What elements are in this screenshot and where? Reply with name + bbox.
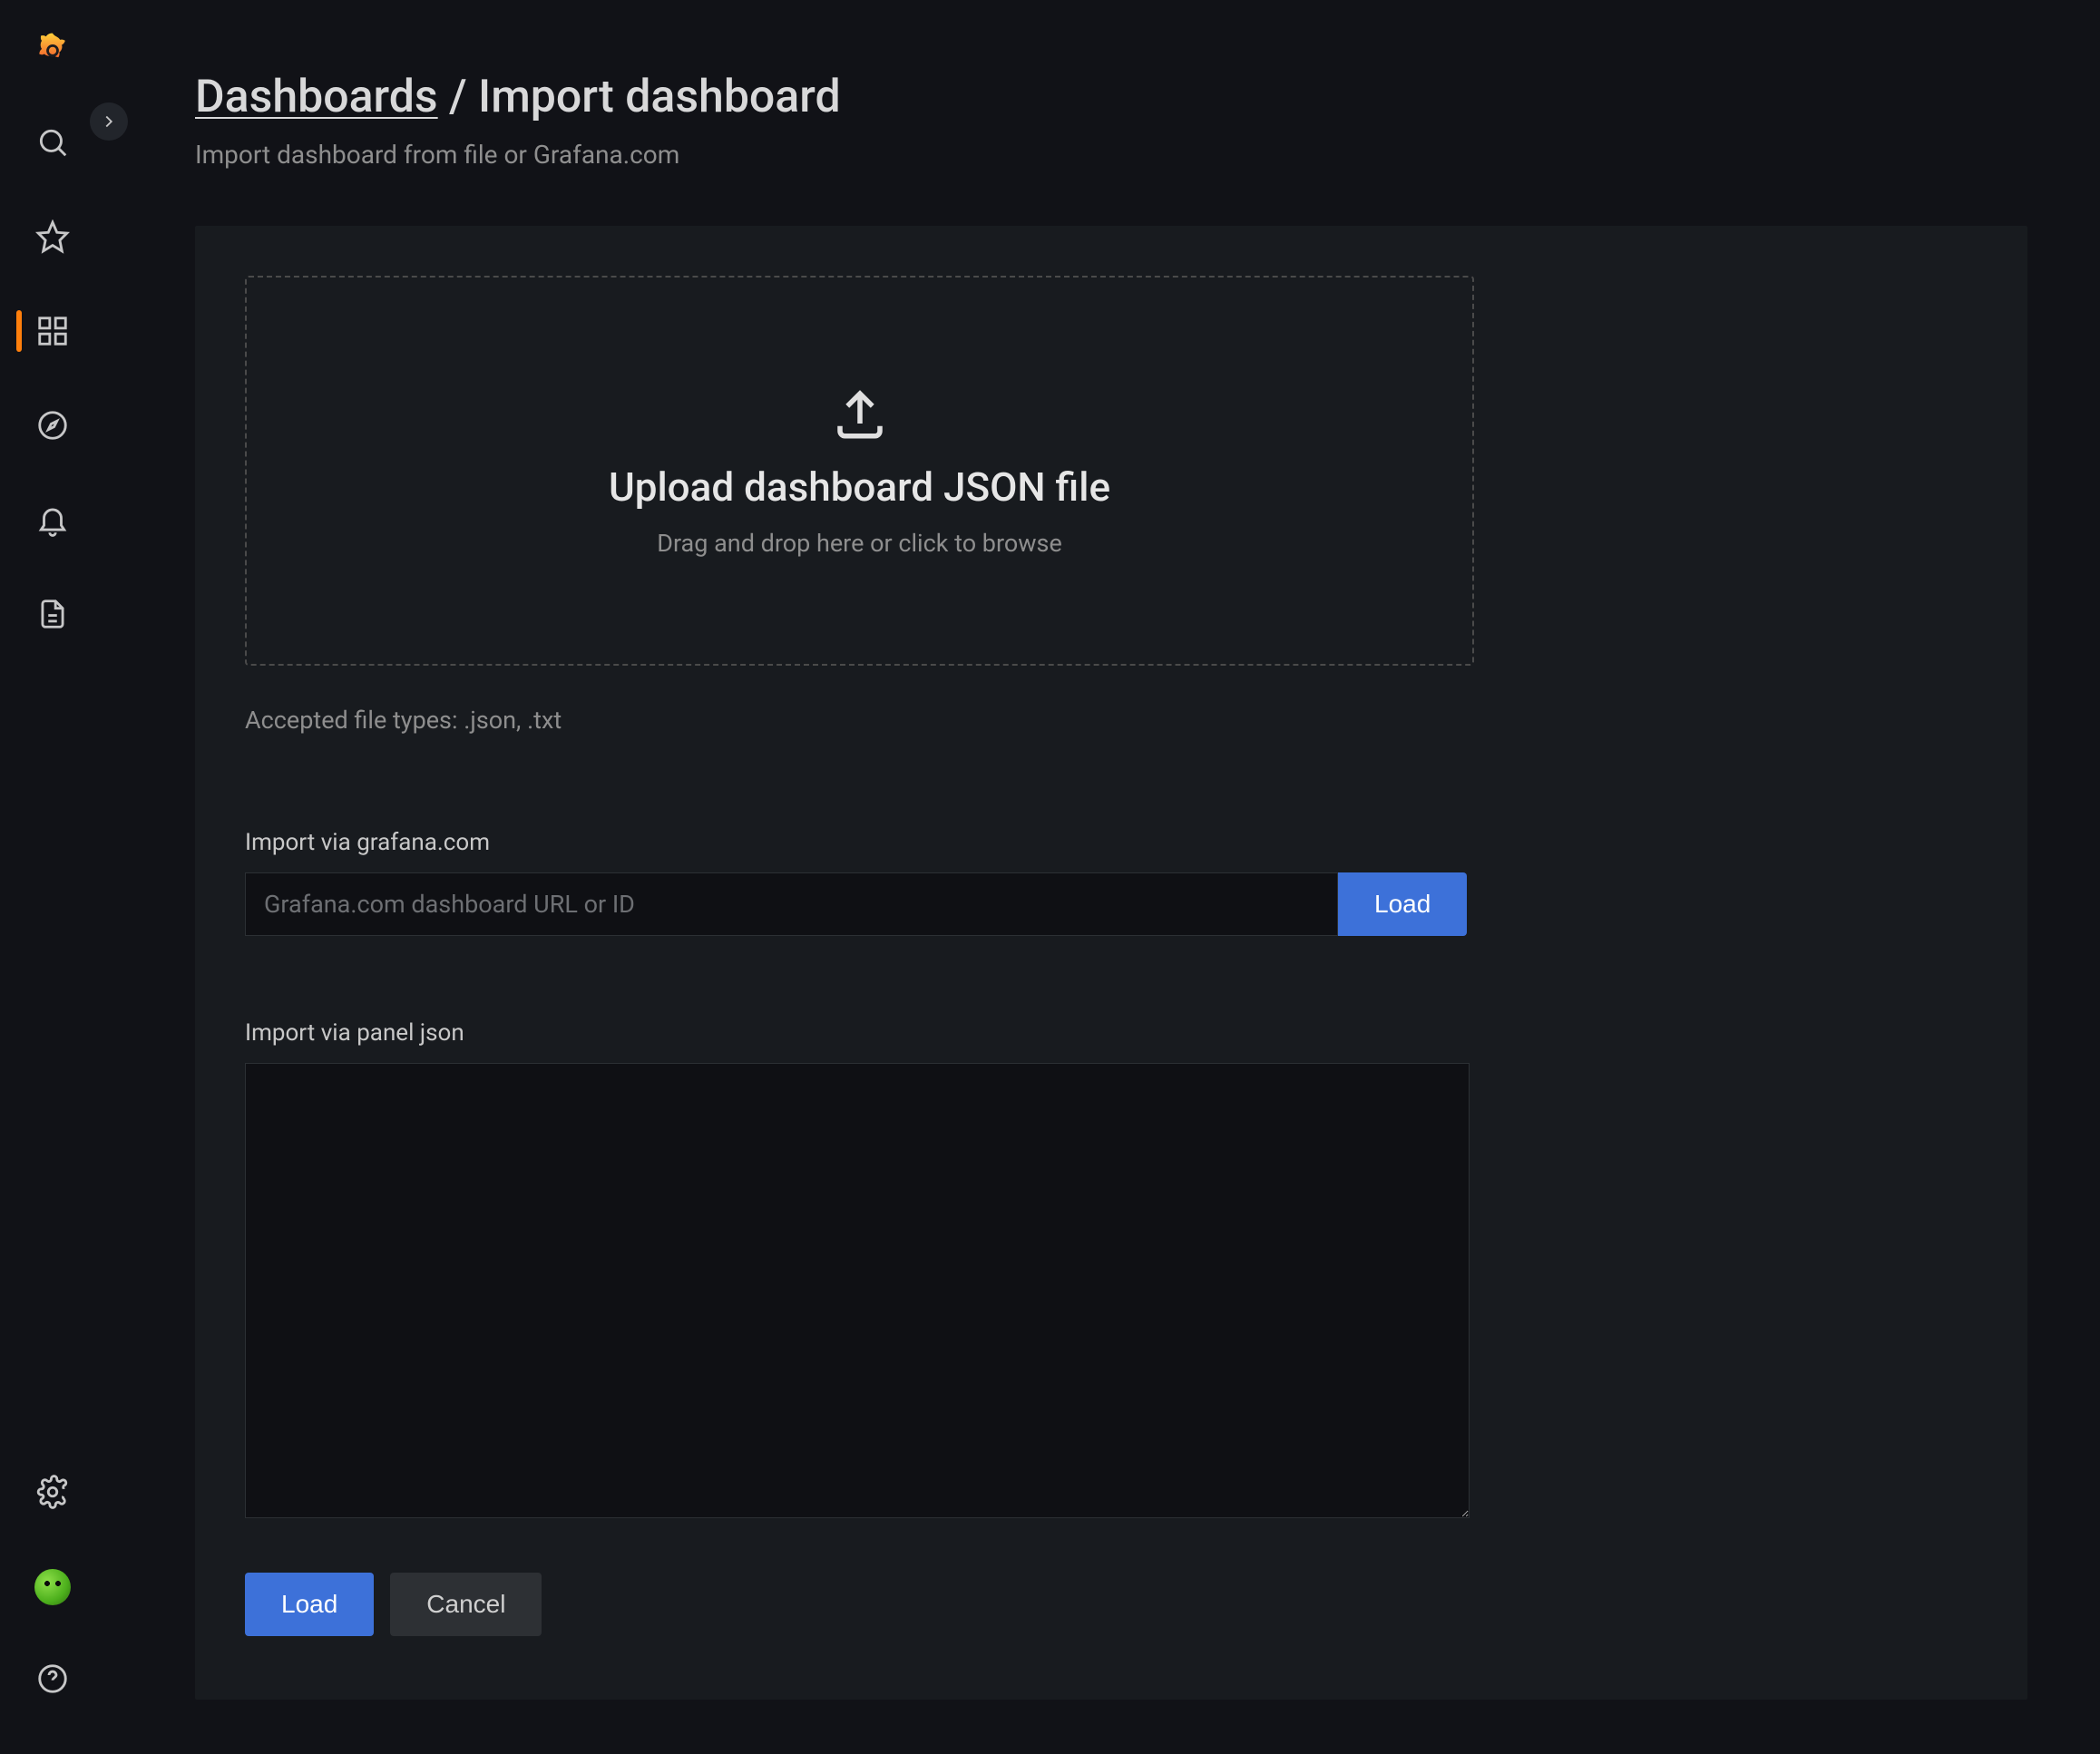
sidebar-item-profile[interactable]: [0, 1569, 104, 1605]
compass-icon: [35, 408, 70, 446]
sidebar-item-connections[interactable]: [0, 597, 104, 635]
import-via-url-field: Import via grafana.com Load: [245, 829, 1978, 936]
via-json-label: Import via panel json: [245, 1019, 1978, 1047]
star-icon: [35, 219, 70, 258]
panel-json-textarea[interactable]: [245, 1063, 1470, 1518]
help-icon: [35, 1661, 70, 1700]
grafana-logo-icon[interactable]: [0, 29, 104, 69]
sidebar-item-explore[interactable]: [0, 408, 104, 446]
grafana-url-input[interactable]: [245, 872, 1338, 936]
sidebar-item-help[interactable]: [0, 1661, 104, 1700]
page-subtitle: Import dashboard from file or Grafana.co…: [195, 140, 2027, 170]
sidebar-item-settings[interactable]: [0, 1475, 104, 1513]
dropzone-title: Upload dashboard JSON file: [609, 463, 1110, 511]
sidebar-item-alerting[interactable]: [0, 502, 104, 541]
search-icon: [35, 125, 70, 163]
gear-icon: [35, 1475, 70, 1513]
sidebar-expand-button[interactable]: [90, 102, 128, 141]
import-panel: Upload dashboard JSON file Drag and drop…: [195, 226, 2027, 1700]
breadcrumb-current: Import dashboard: [478, 71, 841, 123]
main-content: Dashboards / Import dashboard Import das…: [104, 0, 2100, 1754]
breadcrumb-parent-link[interactable]: Dashboards: [195, 71, 438, 123]
upload-icon: [830, 384, 890, 447]
via-url-label: Import via grafana.com: [245, 829, 1978, 856]
import-via-json-field: Import via panel json: [245, 1019, 1978, 1522]
sidebar-item-starred[interactable]: [0, 219, 104, 258]
load-button[interactable]: Load: [245, 1573, 374, 1636]
dashboards-icon: [35, 314, 70, 352]
load-url-button[interactable]: Load: [1338, 872, 1467, 936]
sidebar: [0, 0, 104, 1754]
file-icon: [35, 597, 70, 635]
sidebar-item-dashboards[interactable]: [0, 314, 104, 352]
breadcrumb: Dashboards / Import dashboard: [195, 71, 2027, 123]
upload-dropzone[interactable]: Upload dashboard JSON file Drag and drop…: [245, 276, 1474, 666]
bell-icon: [35, 502, 70, 541]
avatar-icon: [34, 1569, 71, 1605]
accepted-file-types: Accepted file types: .json, .txt: [245, 706, 1978, 735]
dropzone-hint: Drag and drop here or click to browse: [657, 529, 1062, 558]
sidebar-item-search[interactable]: [0, 125, 104, 163]
cancel-button[interactable]: Cancel: [390, 1573, 542, 1636]
